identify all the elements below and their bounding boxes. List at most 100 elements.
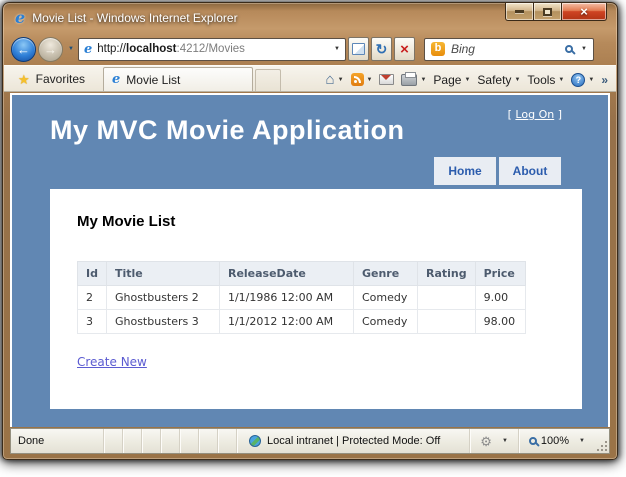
stop-button[interactable]: × [393,37,415,61]
stop-icon: × [400,40,409,58]
page-heading: My Movie List [77,213,176,230]
tab-title: Movie List [126,72,181,87]
rss-icon [350,73,364,86]
status-text: Done [18,435,45,447]
page-menu[interactable]: Page ▼ [433,73,470,87]
security-zone: Local intranet | Protected Mode: Off [236,429,452,453]
back-button[interactable]: ← [11,36,36,62]
create-new-link[interactable]: Create New [77,355,147,369]
compatibility-view-icon [351,43,365,55]
home-button[interactable]: ⌂ ▼ [326,72,344,87]
maximize-button[interactable] [534,3,562,21]
status-bar: Done Local intranet | Protected Mode: Of… [10,428,610,454]
zoom-magnifier-icon [528,437,537,445]
page-icon: e [83,41,93,57]
zoom-control[interactable]: 100% ▼ [517,429,595,453]
logon-area: [ Log On ] [508,108,562,121]
address-dropdown[interactable]: ▼ [334,46,340,52]
resize-grip[interactable] [595,439,607,451]
refresh-icon: ↻ [375,41,388,57]
cell-id: 3 [77,309,107,334]
protected-mode-control[interactable]: ⚙ ▼ [469,429,518,453]
zoom-level: 100% [540,435,570,447]
page-menu-dropdown-icon: ▼ [464,76,471,83]
search-magnifier-icon[interactable] [565,45,573,53]
minimize-button[interactable] [505,3,534,21]
column-header-rating: Rating [416,261,476,286]
logon-bracket-open: [ [507,108,512,121]
url-host: localhost [126,43,177,55]
home-dropdown[interactable]: ▼ [338,77,344,83]
cell-genre: Comedy [352,309,418,334]
url-text: http://localhost:4212/Movies [97,43,245,55]
refresh-button[interactable]: ↻ [370,37,392,61]
close-icon: × [580,4,588,19]
feeds-dropdown[interactable]: ▼ [367,77,373,83]
tools-menu-dropdown-icon: ▼ [558,76,565,83]
page-menu-label: Page [433,72,462,87]
read-mail-button[interactable] [379,74,395,85]
status-segment [179,429,198,453]
cell-id: 2 [77,285,107,310]
safety-menu-label: Safety [477,72,512,87]
status-segment [141,429,160,453]
cell-price: 98.00 [474,309,526,334]
status-segment [103,429,122,453]
star-icon: ★ [18,71,30,87]
safety-menu-dropdown-icon: ▼ [514,76,521,83]
compatibility-view-button[interactable] [347,37,369,61]
app-title: My MVC Movie Application [50,115,405,145]
cell-title: Ghostbusters 3 [105,309,220,334]
new-tab-button[interactable] [255,69,282,91]
tab-movie-list[interactable]: e Movie List [103,67,254,91]
help-dropdown-icon: ▼ [588,76,595,83]
globe-icon [249,435,261,447]
web-page: [ Log On ] My MVC Movie Application Home… [12,95,608,427]
tools-menu[interactable]: Tools ▼ [527,73,564,87]
forward-arrow-icon: → [44,41,57,57]
protected-mode-dropdown-icon: ▼ [501,438,508,444]
ie-icon: e [15,8,26,27]
close-button[interactable]: × [562,3,607,21]
cell-releasedate: 1/1/1986 12:00 AM [218,285,354,310]
toolbar-overflow-button[interactable]: » [601,73,608,87]
bing-icon: b [430,42,445,56]
column-header-releasedate: ReleaseDate [218,261,354,286]
window-controls: × [505,3,607,21]
column-header-id: Id [77,261,107,286]
address-bar[interactable]: e http://localhost:4212/Movies ▼ [77,37,346,61]
favorites-button[interactable]: ★ Favorites [12,72,95,91]
favorites-label: Favorites [35,72,86,86]
menu-item-home[interactable]: Home [434,157,496,185]
table-row: 2 Ghostbusters 2 1/1/1986 12:00 AM Comed… [77,285,526,310]
status-segment [160,429,179,453]
search-placeholder: Bing [450,42,475,56]
movie-table: Id Title ReleaseDate Genre Rating Price … [77,261,526,334]
help-icon: ? [571,72,586,87]
table-row: 3 Ghostbusters 3 1/1/2012 12:00 AM Comed… [77,309,526,334]
forward-button[interactable]: → [38,36,63,62]
content-area: My Movie List Id Title ReleaseDate Genre… [50,189,582,409]
safety-menu[interactable]: Safety ▼ [477,73,520,87]
cell-rating [416,309,476,334]
print-button[interactable]: ▼ [401,71,426,86]
site-menu: Home About [434,157,561,185]
navigation-bar: ← → ▼ e http://localhost:4212/Movies ▼ ↻… [3,33,617,65]
feeds-button[interactable]: ▼ [350,73,373,86]
minimize-icon [515,10,524,13]
zoom-dropdown-icon: ▼ [579,438,585,444]
browser-window: e Movie List - Windows Internet Explorer… [2,2,618,460]
search-box[interactable]: b Bing ▼ [423,37,594,61]
menu-item-about[interactable]: About [499,157,561,185]
print-dropdown[interactable]: ▼ [420,77,426,83]
back-arrow-icon: ← [17,41,30,57]
cell-releasedate: 1/1/2012 12:00 AM [218,309,354,334]
help-menu[interactable]: ? ▼ [571,72,595,87]
window-title: Movie List - Windows Internet Explorer [32,11,238,25]
home-icon: ⌂ [325,71,335,88]
browser-viewport: [ Log On ] My MVC Movie Application Home… [10,93,610,427]
search-dropdown[interactable]: ▼ [581,46,587,52]
column-header-genre: Genre [352,261,418,286]
recent-pages-dropdown[interactable]: ▼ [68,46,74,52]
logon-link[interactable]: Log On [515,108,554,121]
